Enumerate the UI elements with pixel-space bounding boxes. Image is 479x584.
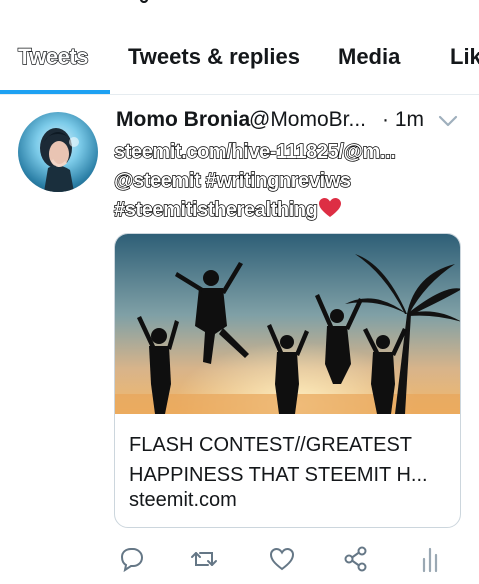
active-tab-indicator bbox=[0, 90, 110, 94]
link-preview-card[interactable]: FLASH CONTEST//GREATEST HAPPINESS THAT S… bbox=[114, 233, 461, 528]
tweet-link[interactable]: steemit.com/hive-111825/@m... bbox=[113, 140, 396, 163]
tab-tweets-label: Tweets bbox=[17, 43, 89, 69]
avatar-photo bbox=[40, 128, 79, 192]
tweet-hashtag[interactable]: #steemitistherealthing bbox=[113, 198, 318, 221]
card-domain: steemit.com bbox=[129, 489, 237, 511]
analytics-icon[interactable] bbox=[416, 545, 444, 573]
author-name[interactable]: Momo Bronia bbox=[116, 108, 250, 132]
share-icon[interactable] bbox=[342, 545, 370, 573]
profile-tabs: Tweets Tweets & replies Media Lik bbox=[0, 0, 479, 95]
chevron-down-icon[interactable] bbox=[438, 114, 458, 128]
tweet-timestamp[interactable]: · 1m bbox=[382, 108, 424, 132]
red-heart-icon bbox=[318, 198, 341, 217]
tab-likes[interactable]: Lik bbox=[450, 44, 479, 70]
tab-media-label: Media bbox=[338, 44, 401, 69]
tab-media[interactable]: Media bbox=[338, 44, 400, 70]
tab-tweets-and-replies[interactable]: Tweets & replies bbox=[128, 44, 300, 70]
tab-tweets-and-replies-label: Tweets & replies bbox=[128, 44, 300, 69]
tab-likes-label: Lik bbox=[450, 44, 479, 69]
tweet-text: steemit.com/hive-111825/@m... @steemit #… bbox=[113, 138, 474, 225]
tweet-actions bbox=[114, 545, 474, 579]
tweet-header: Momo Bronia @MomoBr... · 1m bbox=[116, 108, 466, 138]
reply-icon[interactable] bbox=[118, 545, 146, 573]
tweet-mentions-hashtags[interactable]: @steemit #writingnreviws bbox=[113, 169, 351, 192]
card-image bbox=[115, 234, 460, 414]
avatar[interactable] bbox=[18, 112, 98, 192]
author-handle[interactable]: @MomoBr... bbox=[249, 108, 366, 132]
tab-tweets[interactable]: Tweets bbox=[17, 43, 89, 70]
retweet-icon[interactable] bbox=[190, 545, 218, 573]
card-title: FLASH CONTEST//GREATEST HAPPINESS THAT S… bbox=[129, 434, 428, 486]
like-icon[interactable] bbox=[268, 545, 296, 573]
